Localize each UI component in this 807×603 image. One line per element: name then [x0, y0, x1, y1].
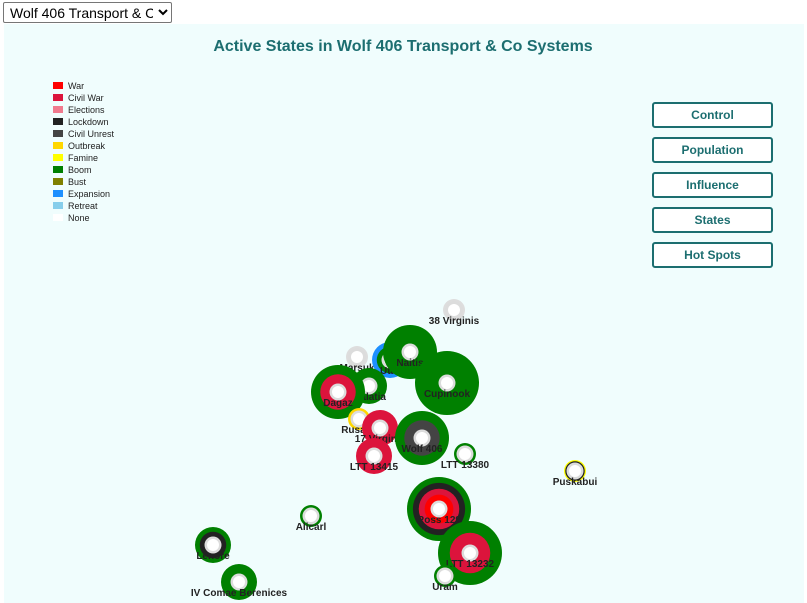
- system-core-center: [433, 503, 445, 515]
- legend-swatch: [53, 142, 63, 149]
- legend-label: None: [68, 213, 90, 223]
- system-label: Ross 129: [417, 515, 461, 526]
- system-marker[interactable]: LTT 13380: [441, 443, 490, 471]
- systems-layer: 38 VirginisMarsuk UtarNaitisCupinookMalat…: [191, 299, 598, 600]
- chart-panel: Active States in Wolf 406 Transport & Co…: [4, 24, 804, 603]
- legend-label: Outbreak: [68, 141, 106, 151]
- system-label: Wolf 406: [402, 444, 443, 455]
- system-core-center: [351, 351, 363, 363]
- system-label: LTT 13415: [350, 462, 399, 473]
- system-label: Dagaz: [323, 398, 352, 409]
- chart-title: Active States in Wolf 406 Transport & Co…: [213, 38, 592, 55]
- system-core-center: [374, 422, 386, 434]
- control-button[interactable]: Control: [652, 102, 773, 128]
- population-button[interactable]: Population: [652, 137, 773, 163]
- system-marker[interactable]: Puskabui: [553, 460, 598, 488]
- legend-swatch: [53, 94, 63, 101]
- legend-label: Famine: [68, 153, 98, 163]
- system-core-center: [332, 386, 344, 398]
- system-core-center: [404, 346, 416, 358]
- system-core-center: [207, 539, 219, 551]
- legend-label: Bust: [68, 177, 87, 187]
- system-core-center: [569, 465, 581, 477]
- system-label: Alicarl: [296, 522, 327, 533]
- system-core-center: [439, 570, 451, 582]
- influence-button[interactable]: Influence: [652, 172, 773, 198]
- system-marker[interactable]: Lenore: [195, 527, 231, 563]
- hot-spots-button[interactable]: Hot Spots: [652, 242, 773, 268]
- legend-swatch: [53, 202, 63, 209]
- system-core-center: [305, 510, 317, 522]
- system-core-center: [233, 576, 245, 588]
- system-core-center: [368, 450, 380, 462]
- faction-select[interactable]: Wolf 406 Transport & Co: [3, 2, 172, 23]
- legend-swatch: [53, 214, 63, 221]
- system-marker[interactable]: Cupinook: [415, 351, 479, 415]
- legend-label: Lockdown: [68, 117, 109, 127]
- legend-label: War: [68, 81, 84, 91]
- system-label: Lenore: [196, 551, 230, 562]
- system-label: IV Comae Berenices: [191, 588, 288, 599]
- legend-swatch: [53, 166, 63, 173]
- legend-swatch: [53, 130, 63, 137]
- legend-label: Expansion: [68, 189, 110, 199]
- system-label: 38 Virginis: [429, 316, 480, 327]
- legend-swatch: [53, 118, 63, 125]
- system-marker[interactable]: 38 Virginis: [429, 299, 480, 327]
- legend-swatch: [53, 190, 63, 197]
- system-marker[interactable]: IV Comae Berenices: [191, 564, 288, 600]
- system-core-center: [464, 547, 476, 559]
- system-core-center: [459, 448, 471, 460]
- legend-label: Civil Unrest: [68, 129, 115, 139]
- system-core-center: [448, 304, 460, 316]
- legend: War Civil War Elections Lockdown Civil Unres…: [53, 81, 115, 223]
- legend-label: Boom: [68, 165, 92, 175]
- system-marker[interactable]: Wolf 406: [395, 411, 449, 465]
- system-label: Uram: [432, 582, 458, 593]
- legend-swatch: [53, 154, 63, 161]
- legend-swatch: [53, 106, 63, 113]
- legend-swatch: [53, 82, 63, 89]
- system-label: Puskabui: [553, 477, 598, 488]
- states-button[interactable]: States: [652, 207, 773, 233]
- system-label: LTT 13380: [441, 460, 490, 471]
- legend-label: Retreat: [68, 201, 98, 211]
- system-core-center: [416, 432, 428, 444]
- legend-label: Elections: [68, 105, 105, 115]
- system-marker[interactable]: Alicarl: [296, 505, 327, 533]
- system-core-center: [441, 377, 453, 389]
- legend-swatch: [53, 178, 63, 185]
- system-label: Cupinook: [424, 389, 471, 400]
- legend-label: Civil War: [68, 93, 104, 103]
- system-label: LTT 13232: [446, 559, 495, 570]
